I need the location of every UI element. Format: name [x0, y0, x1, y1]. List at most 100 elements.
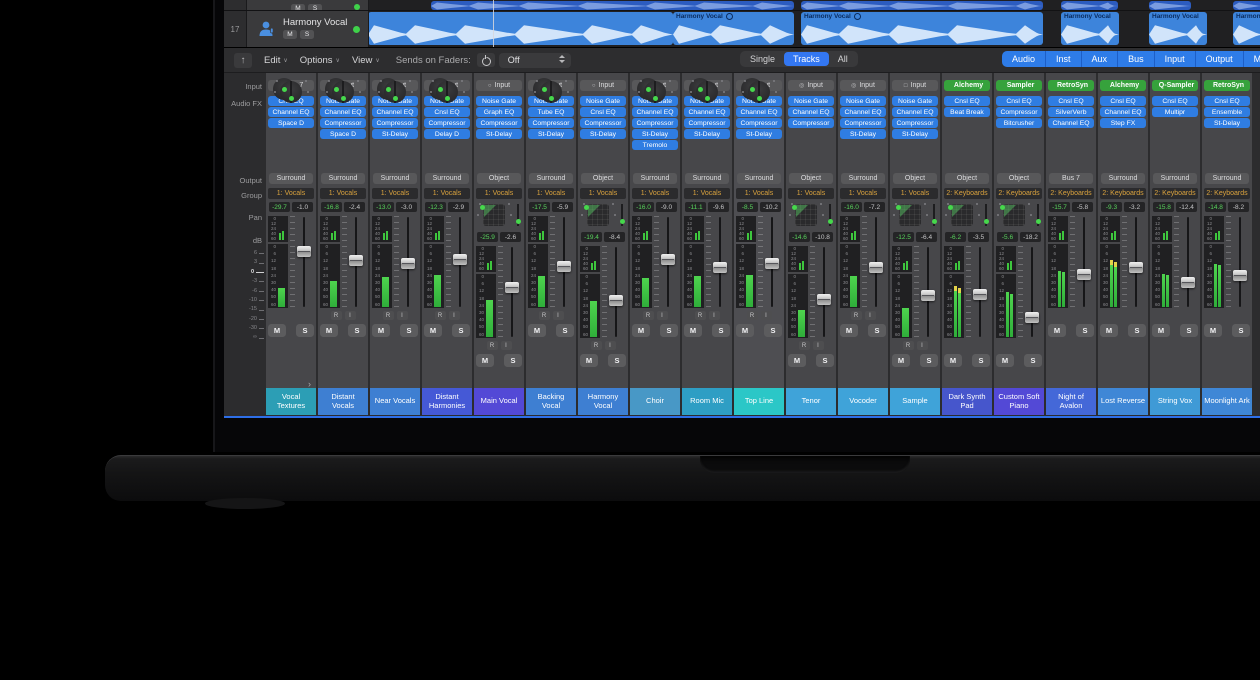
group-button[interactable]: 2: Keyboards [1204, 188, 1250, 199]
fader-cap[interactable] [1129, 262, 1143, 273]
pan-mini-slider[interactable] [342, 81, 344, 103]
group-button[interactable]: 1: Vocals [840, 188, 886, 199]
audio-region[interactable] [801, 1, 1043, 10]
audio-region[interactable] [1149, 1, 1191, 10]
solo-button[interactable]: S [1232, 324, 1250, 337]
input-slot-button[interactable]: ○ Input [476, 80, 522, 91]
filter-input[interactable]: Input [1155, 51, 1196, 67]
pan-knob[interactable] [483, 204, 505, 226]
peak-db-value[interactable]: -14.8 [1205, 202, 1226, 212]
group-button[interactable]: 2: Keyboards [1152, 188, 1198, 199]
input-monitor-button[interactable]: I [917, 341, 928, 350]
fx-plugin-button[interactable]: Noise Gate [892, 96, 938, 106]
pan-mini-slider[interactable] [933, 204, 935, 226]
output-button[interactable]: Surround [737, 173, 781, 184]
audio-region[interactable]: Harmony Vocal [801, 12, 1043, 45]
pan-knob[interactable] [899, 204, 921, 226]
fx-plugin-button[interactable]: St-Delay [528, 129, 574, 139]
volume-fader[interactable] [349, 216, 363, 308]
peak-db-value[interactable]: -8.5 [737, 202, 758, 212]
peak-db-value[interactable]: -6.2 [945, 232, 966, 242]
pan-control[interactable] [637, 78, 659, 100]
fx-plugin-button[interactable]: Cnsl EQ [1048, 96, 1094, 106]
solo-button[interactable]: S [1180, 324, 1198, 337]
audio-region[interactable]: Harmony Vocal [1061, 12, 1119, 45]
volume-fader[interactable] [505, 246, 519, 338]
power-icon[interactable] [477, 53, 495, 67]
fx-plugin-button[interactable]: Space D [320, 129, 366, 139]
pan-mini-slider[interactable] [394, 81, 396, 103]
fx-plugin-button[interactable]: Compressor [788, 118, 834, 128]
filter-bus[interactable]: Bus [1118, 51, 1155, 67]
fx-plugin-button[interactable]: Multipr [1152, 107, 1198, 117]
fx-plugin-button[interactable]: Compressor [580, 118, 626, 128]
peak-db-value[interactable]: -11.1 [685, 202, 706, 212]
fx-plugin-button[interactable]: Space D [268, 118, 314, 128]
fx-plugin-button[interactable]: Step FX [1100, 118, 1146, 128]
mute-button[interactable]: M [372, 324, 390, 337]
input-monitor-button[interactable]: I [709, 311, 720, 320]
audio-region[interactable]: Harmony Vocal [1233, 12, 1260, 45]
fader-cap[interactable] [609, 295, 623, 306]
mute-button[interactable]: M [788, 354, 806, 367]
fx-plugin-button[interactable]: St-Delay [684, 129, 730, 139]
fader-cap[interactable] [713, 262, 727, 273]
fader-db-value[interactable]: -10.8 [812, 232, 833, 242]
volume-fader[interactable] [557, 216, 571, 308]
fader-db-value[interactable]: -2.4 [344, 202, 365, 212]
solo-button[interactable]: S [816, 354, 834, 367]
pan-control[interactable] [325, 78, 347, 100]
group-button[interactable]: 1: Vocals [372, 188, 418, 199]
fader-cap[interactable] [557, 261, 571, 272]
input-monitor-button[interactable]: I [657, 311, 668, 320]
peak-db-value[interactable]: -16.0 [633, 202, 654, 212]
solo-button[interactable]: S [1076, 324, 1094, 337]
playhead[interactable] [493, 0, 494, 47]
input-monitor-button[interactable]: I [865, 311, 876, 320]
group-button[interactable]: 1: Vocals [424, 188, 470, 199]
fx-plugin-button[interactable]: St-Delay [1204, 118, 1250, 128]
input-monitor-button[interactable]: I [449, 311, 460, 320]
record-enable-button[interactable]: R [799, 341, 810, 350]
volume-fader[interactable] [921, 246, 935, 338]
solo-button[interactable]: S [300, 30, 314, 39]
record-enable-button[interactable]: R [747, 311, 758, 320]
peak-db-value[interactable]: -19.4 [581, 232, 602, 242]
mute-button[interactable]: M [476, 354, 494, 367]
input-slot-button[interactable]: ◎ Input [788, 80, 834, 91]
fx-plugin-button[interactable]: St-Delay [736, 129, 782, 139]
solo-button[interactable]: S [712, 324, 730, 337]
fx-plugin-button[interactable]: Channel EQ [372, 107, 418, 117]
fader-cap[interactable] [349, 255, 363, 266]
fx-plugin-button[interactable]: Cnsl EQ [996, 96, 1042, 106]
group-button[interactable]: 1: Vocals [788, 188, 834, 199]
fx-plugin-button[interactable]: Noise Gate [840, 96, 886, 106]
volume-fader[interactable] [817, 246, 831, 338]
fader-cap[interactable] [869, 262, 883, 273]
mute-button[interactable]: M [528, 324, 546, 337]
record-enable-button[interactable]: R [643, 311, 654, 320]
group-button[interactable]: 1: Vocals [268, 188, 314, 199]
solo-button[interactable]: S [608, 354, 626, 367]
volume-fader[interactable] [973, 246, 987, 338]
peak-db-value[interactable]: -13.0 [373, 202, 394, 212]
fx-plugin-button[interactable]: Compressor [996, 107, 1042, 117]
fx-plugin-button[interactable]: Noise Gate [580, 96, 626, 106]
mute-button[interactable]: M [268, 324, 286, 337]
record-enable-button[interactable]: R [331, 311, 342, 320]
pan-control[interactable] [689, 78, 711, 100]
fx-plugin-button[interactable]: Channel EQ [840, 107, 886, 117]
fader-cap[interactable] [1181, 277, 1195, 288]
fx-plugin-button[interactable]: Cnsl EQ [1204, 96, 1250, 106]
fader-cap[interactable] [921, 290, 935, 301]
volume-fader[interactable] [765, 216, 779, 308]
input-slot-button[interactable]: ○ Input [580, 80, 626, 91]
input-slot-button[interactable]: Sampler [996, 80, 1042, 91]
fx-plugin-button[interactable]: Compressor [684, 118, 730, 128]
volume-fader[interactable] [869, 216, 883, 308]
pan-knob[interactable] [1003, 204, 1025, 226]
sends-mode-select[interactable]: Off [499, 53, 571, 68]
strip-name[interactable]: Distant Harmonies [422, 388, 472, 415]
fx-plugin-button[interactable]: Beat Break [944, 107, 990, 117]
record-enable-button[interactable]: R [851, 311, 862, 320]
